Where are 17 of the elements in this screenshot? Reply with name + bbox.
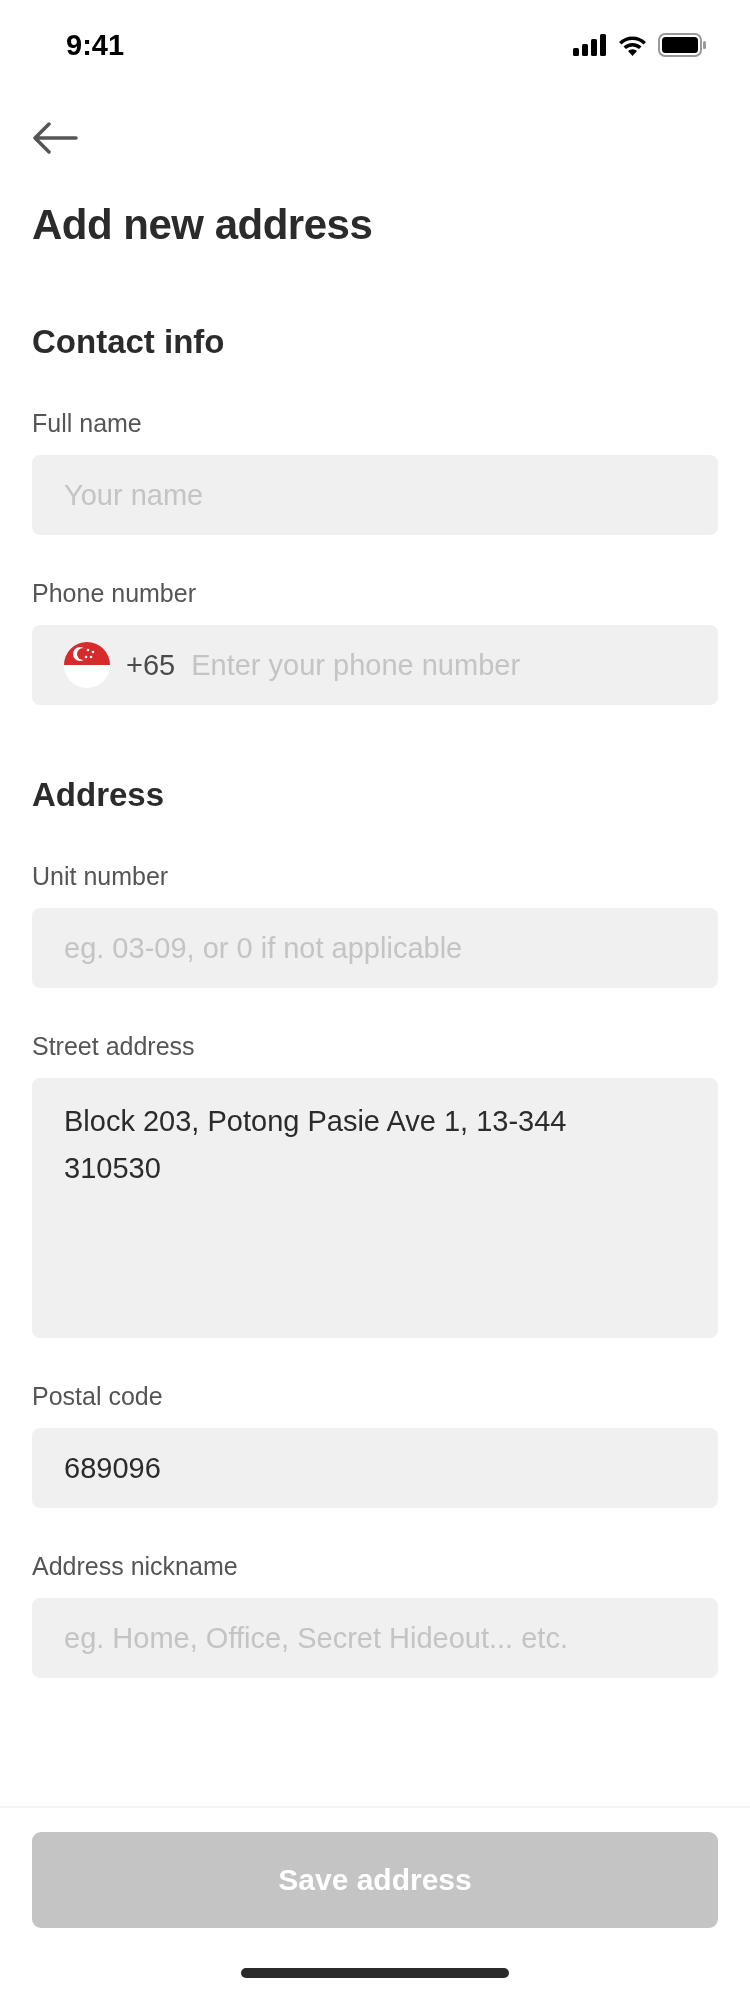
input-field[interactable]: 689096	[32, 1428, 718, 1508]
field-label: Full name	[32, 409, 143, 438]
country-code: +65	[126, 648, 176, 682]
section-title: Address	[32, 776, 166, 814]
singapore-flag-icon	[64, 642, 110, 688]
battery-icon	[658, 33, 706, 57]
section-title: Contact info	[32, 323, 226, 361]
field-label: Street address	[32, 1032, 196, 1061]
field-label: Address nickname	[32, 1552, 239, 1581]
input-field[interactable]: Block 203, Potong Pasie Ave 1, 13-344 310530	[32, 1078, 718, 1338]
field-label: Postal code	[32, 1382, 164, 1411]
status-time: 9:41	[66, 28, 125, 62]
field-label: Unit number	[32, 862, 170, 891]
page-title: Add new address	[32, 201, 374, 249]
signal-icon	[573, 34, 607, 56]
field-label: Phone number	[32, 579, 197, 608]
wifi-icon	[617, 34, 648, 56]
